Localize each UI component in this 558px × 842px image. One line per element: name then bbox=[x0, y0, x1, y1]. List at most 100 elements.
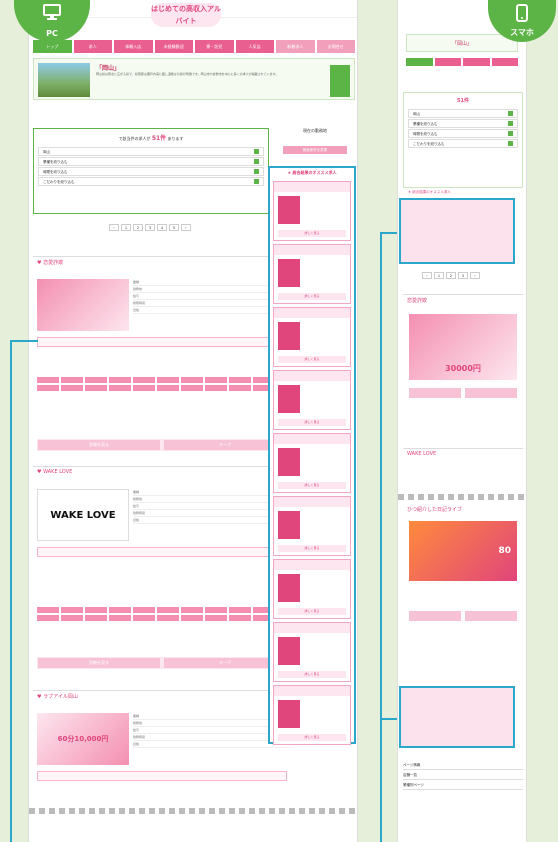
recommend-card[interactable]: 詳しく見る bbox=[273, 181, 351, 241]
page-button[interactable]: 3 bbox=[145, 224, 155, 231]
nav-item[interactable] bbox=[434, 58, 461, 66]
add-icon bbox=[254, 169, 259, 174]
region-text: 岡山県は南北に広がる県で、県南部は瀬戸内海に面し温暖な気候が特徴です。岡山市や倉… bbox=[96, 72, 279, 76]
listing-card: ♥ ラブアイル岡山 60分10,000円 業種 勤務地 給与 勤務時間 資格 bbox=[33, 690, 293, 810]
sp-footer: ページ情報 店舗一覧 業種別ページ bbox=[403, 760, 523, 790]
monitor-icon bbox=[43, 4, 61, 20]
recommend-sidebar: ★ 総合結果のオススメ求人 詳しく見る 詳しく見る 詳しく見る 詳しく見る 詳し… bbox=[268, 166, 356, 745]
sp-recommend-box[interactable] bbox=[399, 198, 515, 264]
side-panel: 現在の勤務地 検索条件を変更 bbox=[275, 128, 355, 166]
detail-button[interactable] bbox=[409, 388, 461, 398]
listing-photo[interactable]: 60分10,000円 bbox=[37, 713, 129, 765]
nav-item[interactable]: 寮・託児 bbox=[195, 40, 234, 53]
cut-wave bbox=[398, 494, 528, 500]
table-row: 資格 bbox=[133, 741, 289, 748]
footer-link[interactable]: 業種別ページ bbox=[403, 780, 523, 790]
recommend-card[interactable]: 詳しく見る bbox=[273, 307, 351, 367]
detail-button[interactable]: 詳細を見る bbox=[38, 658, 160, 668]
cut-wave bbox=[29, 808, 359, 814]
footer-link[interactable]: 店舗一覧 bbox=[403, 770, 523, 780]
side-title: 現在の勤務地 bbox=[303, 128, 327, 133]
table-row: 給与 bbox=[133, 727, 289, 734]
page-button[interactable]: 4 bbox=[157, 224, 167, 231]
search-row[interactable]: こだわりを絞り込む bbox=[38, 177, 264, 186]
sp-listing: ひつ紹介した日記ライブ 80 bbox=[403, 504, 523, 664]
nav-item[interactable]: 体験入店 bbox=[114, 40, 153, 53]
listing-title[interactable]: ♥ ラブアイル岡山 bbox=[33, 691, 293, 702]
recommend-card[interactable]: 詳しく見る bbox=[273, 622, 351, 682]
connector-line bbox=[10, 340, 12, 842]
listing-photo[interactable]: 30000円 bbox=[409, 314, 517, 380]
listing-title[interactable]: ひつ紹介した日記ライブ bbox=[403, 504, 523, 515]
recommend-card[interactable]: 詳しく見る bbox=[273, 244, 351, 304]
listing-buttons: 詳細を見る キープ bbox=[37, 439, 287, 451]
nav-item[interactable]: お問合せ bbox=[316, 40, 355, 53]
page-button[interactable]: 2 bbox=[133, 224, 143, 231]
table-row: 業種 bbox=[133, 489, 289, 496]
keep-button[interactable] bbox=[465, 611, 517, 621]
nav-item[interactable] bbox=[491, 58, 518, 66]
page-button[interactable]: 5 bbox=[169, 224, 179, 231]
smartphone-icon bbox=[516, 4, 528, 22]
nav-item[interactable]: 求人 bbox=[73, 40, 112, 53]
listing-table: 業種 勤務地 給与 勤務時間 資格 bbox=[133, 713, 289, 748]
page-button[interactable]: ‹ bbox=[109, 224, 119, 231]
site-logo[interactable]: はじめての高収入アルバイト bbox=[151, 3, 221, 27]
add-icon bbox=[254, 159, 259, 164]
connector-line bbox=[10, 340, 38, 342]
page-button[interactable]: 1 bbox=[121, 224, 131, 231]
listing-title[interactable]: 恋愛詐欺 bbox=[403, 295, 523, 306]
nav-item[interactable]: 人気店 bbox=[235, 40, 274, 53]
search-head: で該当件の求人が 51件 あります bbox=[118, 135, 184, 142]
search-row[interactable]: 岡山 bbox=[408, 109, 518, 118]
listing-table: 業種 勤務地 給与 勤務時間 資格 bbox=[133, 279, 289, 314]
tag-chips bbox=[37, 377, 287, 391]
recommend-card[interactable]: 詳しく見る bbox=[273, 685, 351, 745]
listing-title[interactable]: ♥ WAKE LOVE bbox=[33, 467, 293, 477]
listing-photo[interactable] bbox=[37, 279, 129, 331]
sp-listing: 恋愛詐欺 30000円 bbox=[403, 294, 523, 444]
notice-bar bbox=[37, 547, 287, 557]
sp-listing: WAKE LOVE bbox=[403, 448, 523, 488]
table-row: 給与 bbox=[133, 293, 289, 300]
recommend-card[interactable]: 詳しく見る bbox=[273, 496, 351, 556]
tag-chips bbox=[37, 607, 287, 621]
notice-bar bbox=[37, 771, 287, 781]
notice-bar bbox=[37, 337, 287, 347]
nav-item[interactable]: 新着求人 bbox=[276, 40, 315, 53]
page-button[interactable]: › bbox=[181, 224, 191, 231]
nav-item[interactable]: 未経験歓迎 bbox=[154, 40, 193, 53]
listing-logo[interactable]: WAKE LOVE bbox=[37, 489, 129, 541]
footer-link[interactable]: ページ情報 bbox=[403, 760, 523, 770]
region-banner: 「岡山」 岡山県は南北に広がる県で、県南部は瀬戸内海に面し温暖な気候が特徴です。… bbox=[33, 58, 355, 100]
nav-item[interactable] bbox=[463, 58, 490, 66]
search-box: で該当件の求人が 51件 あります 岡山 業種を絞り込む 時間を絞り込む こだわ… bbox=[33, 128, 269, 214]
listing-title[interactable]: WAKE LOVE bbox=[403, 449, 523, 459]
listing-photo[interactable]: 80 bbox=[409, 521, 517, 581]
search-row[interactable]: 岡山 bbox=[38, 147, 264, 156]
region-title: 「岡山」 bbox=[96, 65, 121, 72]
detail-button[interactable]: 詳細を見る bbox=[38, 440, 160, 450]
listing-buttons: 詳細を見る キープ bbox=[37, 657, 287, 669]
search-row[interactable]: こだわりを絞り込む bbox=[408, 139, 518, 148]
nav-item[interactable] bbox=[406, 58, 433, 66]
region-photo bbox=[38, 63, 90, 97]
keep-button[interactable] bbox=[465, 388, 517, 398]
listing-card: ♥ WAKE LOVE WAKE LOVE 業種 勤務地 給与 勤務時間 資格 詳細を見… bbox=[33, 466, 293, 676]
search-row[interactable]: 時間を絞り込む bbox=[38, 167, 264, 176]
recommend-card[interactable]: 詳しく見る bbox=[273, 559, 351, 619]
detail-button[interactable] bbox=[409, 611, 461, 621]
search-row[interactable]: 業種を絞り込む bbox=[408, 119, 518, 128]
search-row[interactable]: 業種を絞り込む bbox=[38, 157, 264, 166]
recommend-card[interactable]: 詳しく見る bbox=[273, 433, 351, 493]
table-row: 勤務地 bbox=[133, 496, 289, 503]
sp-label: スマホ bbox=[510, 28, 534, 37]
search-row[interactable]: 時間を絞り込む bbox=[408, 129, 518, 138]
pc-badge: PC bbox=[14, 0, 90, 42]
change-search-button[interactable]: 検索条件を変更 bbox=[283, 146, 347, 154]
listing-title[interactable]: ♥ 恋愛詐欺 bbox=[33, 257, 293, 268]
sp-recommend-box[interactable] bbox=[399, 686, 515, 748]
recommend-title: ★ 総合結果のオススメ求人 bbox=[287, 170, 337, 175]
pager: ‹ 1 2 3 4 5 › bbox=[109, 224, 191, 231]
recommend-card[interactable]: 詳しく見る bbox=[273, 370, 351, 430]
